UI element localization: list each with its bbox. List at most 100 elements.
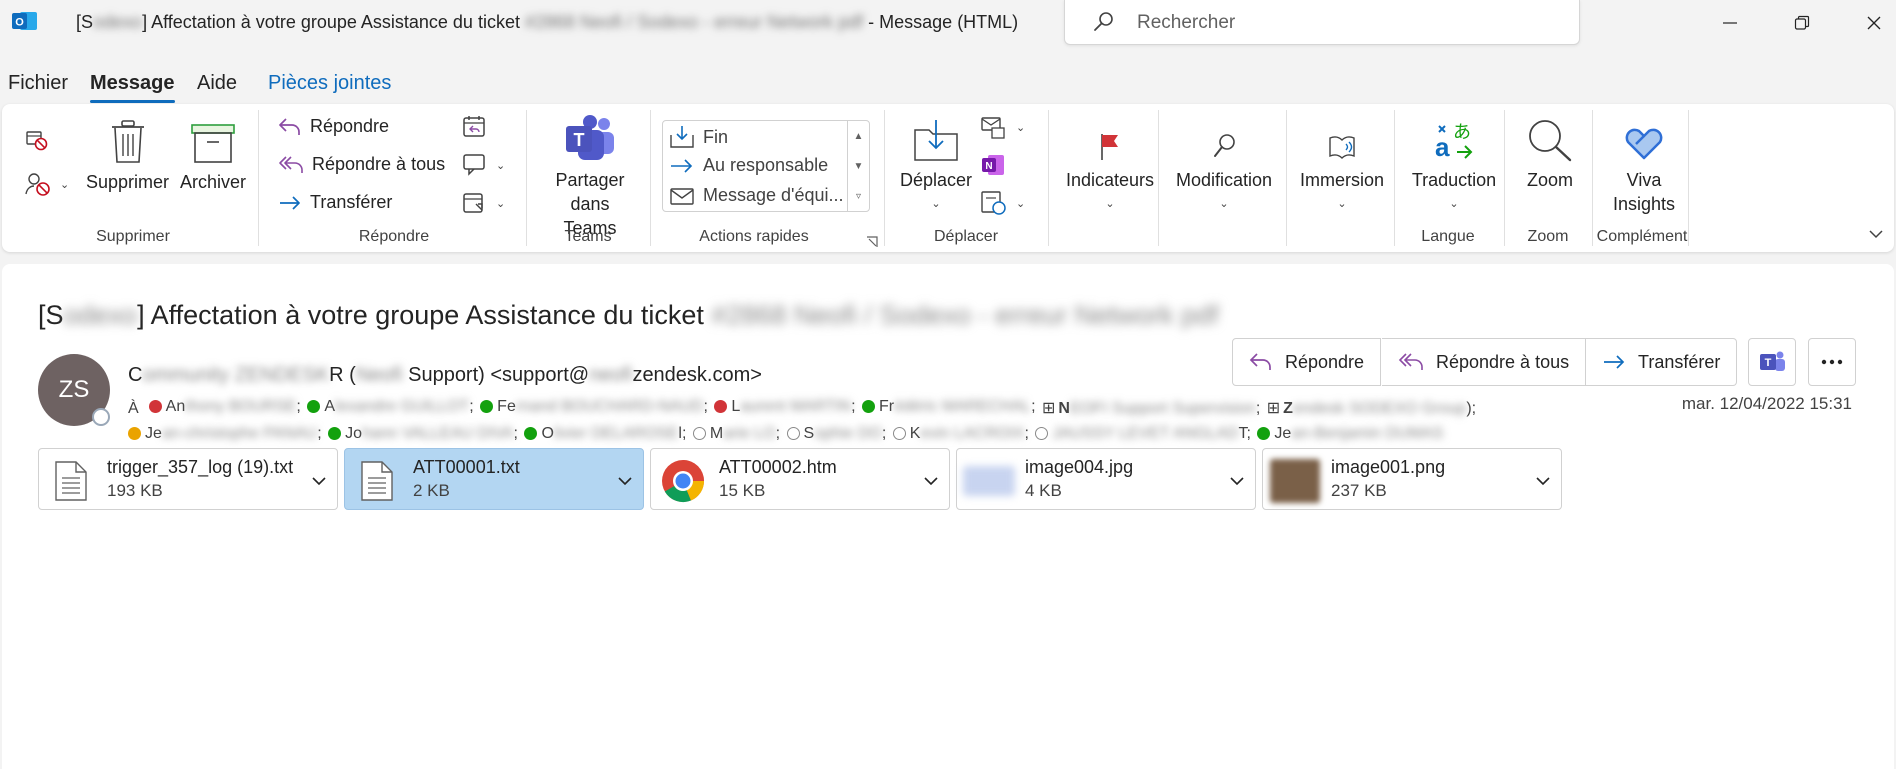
- reply-icon: [279, 117, 300, 135]
- group-label-actions-rapides: Actions rapides: [699, 228, 809, 245]
- minimize-button[interactable]: [1710, 8, 1750, 38]
- chevron-down-icon: ⌄: [496, 197, 506, 210]
- chrome-icon: [661, 459, 705, 503]
- archive-icon: [191, 124, 235, 163]
- immersive-button[interactable]: Immersion ⌄: [1292, 112, 1392, 216]
- chevron-down-icon: ⌄: [1219, 198, 1229, 210]
- chevron-down-icon: ⌄: [1016, 197, 1026, 210]
- quick-steps-gallery: Fin Au responsable Message d'équi... ▲ ▼…: [662, 120, 870, 212]
- zoom-icon: [1529, 120, 1572, 162]
- im-reply-button[interactable]: ⌄: [462, 152, 505, 178]
- teams-icon: T: [566, 115, 614, 160]
- calendar-reply-icon: [463, 116, 485, 137]
- reply-button[interactable]: Répondre: [278, 116, 389, 137]
- meeting-reply-button[interactable]: [462, 114, 496, 140]
- text-file-icon: [49, 459, 93, 503]
- move-button[interactable]: Déplacer ⌄: [900, 112, 972, 216]
- tab-message[interactable]: Message: [90, 72, 175, 103]
- more-respond-button[interactable]: ⌄: [462, 190, 505, 216]
- svg-text:T: T: [1765, 357, 1772, 369]
- scroll-down-icon[interactable]: ▼: [848, 151, 869, 181]
- chevron-down-icon: ⌄: [931, 198, 941, 210]
- svg-text:a: a: [1435, 132, 1450, 162]
- group-label-deplacer: Déplacer: [933, 228, 999, 245]
- chevron-down-icon: ⌄: [496, 159, 506, 172]
- zoom-label: Zoom: [1526, 170, 1573, 190]
- close-button[interactable]: [1854, 8, 1894, 38]
- recipients-list: À An thony BOURSE; Alexandre GUILLOT; Fe rn…: [128, 398, 1477, 442]
- svg-text:T: T: [574, 130, 585, 150]
- forward-button[interactable]: Transférer: [278, 192, 392, 213]
- editing-button[interactable]: Modification ⌄: [1168, 112, 1280, 216]
- tab-aide[interactable]: Aide: [197, 72, 237, 95]
- share-teams-label-1: Partager: [555, 170, 625, 190]
- title-bar: O [Sodexo] Affectation à votre groupe As…: [0, 0, 1896, 45]
- reply-all-button[interactable]: Répondre à tous: [1382, 338, 1587, 386]
- sender-name[interactable]: Community ZENDESKR (Neofi Support) <supp…: [128, 364, 762, 387]
- onenote-button[interactable]: N: [980, 152, 1014, 178]
- window-title: [Sodexo] Affectation à votre groupe Assi…: [76, 12, 1019, 32]
- teams-icon: T: [1760, 351, 1785, 371]
- delete-button[interactable]: Supprimer: [86, 114, 169, 194]
- reply-all-icon: [279, 155, 303, 173]
- quick-step-au-responsable[interactable]: Au responsable: [669, 155, 828, 176]
- image-thumbnail: [1267, 459, 1323, 503]
- more-actions-button[interactable]: [1808, 338, 1856, 386]
- teams-chat-button[interactable]: T: [1748, 338, 1796, 386]
- chevron-down-icon: [1869, 230, 1883, 239]
- tags-button[interactable]: Indicateurs ⌄: [1058, 112, 1162, 216]
- group-label-supprimer: Supprimer: [96, 228, 170, 245]
- dialog-launcher-icon[interactable]: [866, 232, 878, 253]
- chevron-down-icon: ⌄: [1016, 121, 1026, 134]
- reply-all-label: Répondre à tous: [312, 154, 446, 174]
- outlook-app-icon: O: [12, 10, 38, 32]
- chevron-down-icon[interactable]: [617, 471, 633, 492]
- translate-button[interactable]: aあ Traduction ⌄: [1404, 112, 1504, 216]
- chevron-down-icon[interactable]: [311, 471, 327, 492]
- message-subject: [Sodexo] Affectation à votre groupe Assi…: [38, 300, 1219, 330]
- reply-all-button[interactable]: Répondre à tous: [278, 154, 445, 175]
- chevron-down-icon[interactable]: [923, 471, 939, 492]
- viva-label-2: Insights: [1612, 194, 1676, 214]
- immersive-reader-icon: [1329, 136, 1355, 159]
- ribbon-collapse-button[interactable]: [1868, 224, 1884, 245]
- junk-button[interactable]: ⌄: [24, 170, 69, 198]
- share-teams-button[interactable]: T Partager dans Teams: [542, 112, 638, 240]
- tab-pieces-jointes[interactable]: Pièces jointes: [268, 72, 391, 95]
- chevron-down-icon: ⌄: [1105, 198, 1115, 210]
- group-label-zoom: Zoom: [1527, 228, 1569, 245]
- restore-button[interactable]: [1782, 8, 1822, 38]
- forward-button[interactable]: Transférer: [1586, 338, 1738, 386]
- attachment-card[interactable]: ATT00002.htm 15 KB: [650, 448, 950, 510]
- attachment-card[interactable]: image001.png 237 KB: [1262, 448, 1562, 510]
- restore-icon: [1794, 15, 1810, 30]
- quick-steps-scroll[interactable]: ▲ ▼ ▿: [847, 121, 869, 211]
- viva-insights-button[interactable]: Viva Insights: [1602, 112, 1686, 216]
- presence-status-icon: [92, 408, 110, 426]
- zoom-button[interactable]: Zoom: [1520, 112, 1580, 192]
- attachment-card[interactable]: image004.jpg 4 KB: [956, 448, 1256, 510]
- quick-step-fin[interactable]: Fin: [669, 125, 728, 149]
- rules-button[interactable]: ⌄: [980, 114, 1025, 140]
- group-label-complement: Complément: [1596, 228, 1688, 245]
- attachment-card[interactable]: ATT00001.txt 2 KB: [344, 448, 644, 510]
- chevron-down-icon[interactable]: [1535, 471, 1551, 492]
- ignore-icon: [26, 131, 48, 151]
- translate-label: Traduction: [1411, 170, 1497, 190]
- move-label: Déplacer: [900, 170, 973, 190]
- ignore-button[interactable]: [24, 126, 58, 152]
- actions-button[interactable]: ⌄: [980, 190, 1025, 216]
- tab-fichier[interactable]: Fichier: [8, 72, 68, 95]
- chevron-down-icon[interactable]: [1229, 471, 1245, 492]
- actions-icon: [981, 191, 1006, 215]
- forward-label: Transférer: [310, 192, 393, 212]
- message-date: mar. 12/04/2022 15:31: [1681, 394, 1852, 413]
- more-respond-icon: [463, 193, 483, 213]
- quick-step-team-email[interactable]: Message d'équi...: [669, 185, 844, 206]
- search-input[interactable]: Rechercher: [1064, 0, 1580, 45]
- scroll-up-icon[interactable]: ▲: [848, 121, 869, 151]
- archive-button[interactable]: Archiver: [180, 114, 246, 194]
- gallery-expand-icon[interactable]: ▿: [848, 181, 869, 211]
- attachment-card[interactable]: trigger_357_log (19).txt 193 KB: [38, 448, 338, 510]
- reply-button[interactable]: Répondre: [1232, 338, 1382, 386]
